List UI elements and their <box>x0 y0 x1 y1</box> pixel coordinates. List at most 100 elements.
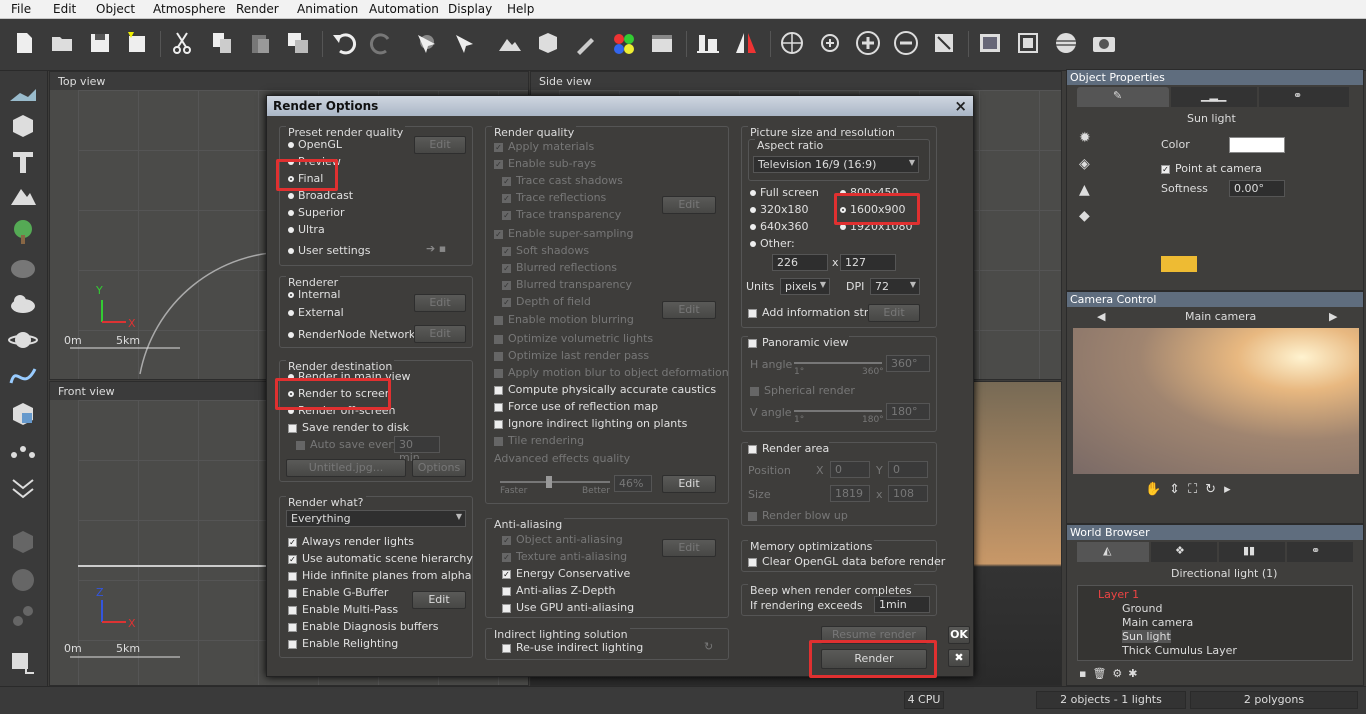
render-area-icon[interactable] <box>1014 29 1042 57</box>
tab-textures[interactable]: ▮▮ <box>1219 542 1285 562</box>
info-strip-edit-button[interactable]: Edit <box>868 304 920 322</box>
close-icon[interactable]: × <box>954 97 967 115</box>
new-file-icon[interactable] <box>10 29 38 57</box>
render-what-select[interactable]: Everything <box>286 510 466 527</box>
area-size-x[interactable]: 1819 <box>830 485 870 502</box>
curve-tool-icon[interactable] <box>8 361 38 391</box>
energy-conservative[interactable]: ✓ Energy Conservative <box>502 567 630 580</box>
aspect-ratio-select[interactable]: Television 16/9 (16:9) <box>753 156 919 173</box>
preset-edit-button[interactable]: Edit <box>414 136 466 154</box>
terrain-tool-icon[interactable] <box>8 79 38 109</box>
renderer-network[interactable]: RenderNode Network <box>288 328 415 341</box>
renderer-external[interactable]: External <box>288 306 344 319</box>
planet-tool-icon[interactable] <box>8 325 38 355</box>
enable-diagnosis[interactable]: Enable Diagnosis buffers <box>288 620 439 633</box>
menu-file[interactable]: File <box>11 2 31 16</box>
preset-ultra[interactable]: Ultra <box>288 223 325 236</box>
cube-tool-icon[interactable] <box>8 111 38 141</box>
menu-render[interactable]: Render <box>236 2 279 16</box>
zoom-in-icon[interactable] <box>854 29 882 57</box>
tree-item-cumulus[interactable]: Thick Cumulus Layer <box>1122 644 1237 657</box>
tree-item-layer[interactable]: Layer 1 <box>1098 588 1139 601</box>
options-button[interactable]: Options <box>412 459 466 477</box>
tree-item-ground[interactable]: Ground <box>1122 602 1162 615</box>
preset-superior[interactable]: Superior <box>288 206 345 219</box>
camera-icon[interactable] <box>1090 29 1118 57</box>
optimize-volumetric[interactable]: Optimize volumetric lights <box>494 332 653 345</box>
menu-edit[interactable]: Edit <box>53 2 76 16</box>
texture-icon[interactable]: ◈ <box>1079 156 1090 172</box>
advanced-effects-percent[interactable]: 46% <box>614 475 652 492</box>
preset-opengl[interactable]: OpenGL <box>288 138 342 151</box>
auto-save-value[interactable]: 30 min <box>394 436 440 464</box>
antialias-zdepth[interactable]: Anti-alias Z-Depth <box>502 584 615 597</box>
add-info-strip[interactable]: Add information strip <box>748 306 878 319</box>
tab-effects[interactable]: ⚭ <box>1259 87 1349 107</box>
menu-automation[interactable]: Automation <box>369 2 439 16</box>
menu-atmosphere[interactable]: Atmosphere <box>153 2 226 16</box>
advanced-effects-edit-button[interactable]: Edit <box>662 475 716 493</box>
soft-shadows[interactable]: ✓ Soft shadows <box>502 244 589 257</box>
undo-icon[interactable] <box>330 29 358 57</box>
subrays-edit-button[interactable]: Edit <box>662 196 716 214</box>
refresh-icon[interactable]: ↻ <box>704 640 713 653</box>
reuse-indirect-lighting[interactable]: Re-use indirect lighting <box>502 641 643 654</box>
h-angle-input[interactable]: 360° <box>886 355 930 372</box>
v-angle-input[interactable]: 180° <box>886 403 930 420</box>
enable-relighting[interactable]: Enable Relighting <box>288 637 398 650</box>
softness-input[interactable]: 0.00° <box>1229 180 1285 197</box>
tree-tool-icon[interactable] <box>8 217 38 247</box>
tab-objects[interactable]: ◭ <box>1077 542 1149 562</box>
point-at-camera-checkbox[interactable]: ✓ Point at camera <box>1161 162 1262 175</box>
camera-prev-icon[interactable]: ◀ <box>1097 310 1105 323</box>
select-icon[interactable] <box>412 29 440 57</box>
save-as-icon[interactable] <box>122 29 150 57</box>
save-icon[interactable] <box>86 29 114 57</box>
group-tool-icon[interactable] <box>8 527 38 557</box>
enable-gbuffer[interactable]: Enable G-Buffer <box>288 586 388 599</box>
area-pos-y[interactable]: 0 <box>888 461 928 478</box>
world-browser-tools-icons[interactable]: ▪🗑⚙✱ <box>1079 667 1144 680</box>
select-all-icon[interactable] <box>450 29 478 57</box>
res-320x180[interactable]: 320x180 <box>750 203 809 216</box>
gpu-antialiasing[interactable]: Use GPU anti-aliasing <box>502 601 634 614</box>
atmosphere-icon[interactable] <box>1052 29 1080 57</box>
renderer-edit-button[interactable]: Edit <box>414 294 466 312</box>
height-input[interactable]: 127 <box>840 254 896 271</box>
network-edit-button[interactable]: Edit <box>414 325 466 343</box>
renderer-internal[interactable]: Internal <box>288 288 340 301</box>
ignore-indirect-plants[interactable]: Ignore indirect lighting on plants <box>494 417 687 430</box>
tab-aspect[interactable]: ✎ <box>1077 87 1169 107</box>
always-render-lights[interactable]: ✓ Always render lights <box>288 535 414 548</box>
supersampling-edit-button[interactable]: Edit <box>662 301 716 319</box>
materials-icon[interactable] <box>610 29 638 57</box>
tab-materials[interactable]: ❖ <box>1151 542 1217 562</box>
tile-rendering[interactable]: Tile rendering <box>494 434 584 447</box>
camera-navigation-icons[interactable]: ✋⇕⛶↻▸ <box>1145 482 1239 497</box>
sun-icon[interactable]: ✹ <box>1079 130 1091 146</box>
h-angle-slider[interactable] <box>794 362 882 364</box>
cut-icon[interactable] <box>168 29 196 57</box>
trace-cast-shadows[interactable]: ✓ Trace cast shadows <box>502 174 623 187</box>
depth-of-field[interactable]: ✓ Depth of field <box>502 295 591 308</box>
arrow-right-icon[interactable]: ➔ ▪ <box>426 242 446 255</box>
object-antialiasing[interactable]: ✓ Object anti-aliasing <box>502 533 623 546</box>
tree-item-sun-light[interactable]: Sun light <box>1122 630 1171 643</box>
optimize-last-pass[interactable]: Optimize last render pass <box>494 349 649 362</box>
area-pos-x[interactable]: 0 <box>830 461 870 478</box>
gbuffer-edit-button[interactable]: Edit <box>412 591 466 609</box>
object-browser-tool-icon[interactable] <box>8 399 38 429</box>
beep-duration-input[interactable]: 1min <box>874 596 930 613</box>
text-tool-icon[interactable] <box>8 147 38 177</box>
units-select[interactable]: pixels <box>780 278 830 295</box>
color-swatch[interactable] <box>1229 137 1285 153</box>
paste-icon[interactable] <box>246 29 274 57</box>
tree-item-main-camera[interactable]: Main camera <box>1122 616 1193 629</box>
tab-links[interactable]: ⚭ <box>1287 542 1353 562</box>
width-input[interactable]: 226 <box>772 254 828 271</box>
camera-next-icon[interactable]: ▶ <box>1329 310 1337 323</box>
cube-icon[interactable]: ◆ <box>1079 208 1090 224</box>
antialias-edit-button[interactable]: Edit <box>662 539 716 557</box>
path-tool-icon[interactable] <box>8 437 38 467</box>
clear-opengl-data[interactable]: Clear OpenGL data before render <box>748 555 945 568</box>
